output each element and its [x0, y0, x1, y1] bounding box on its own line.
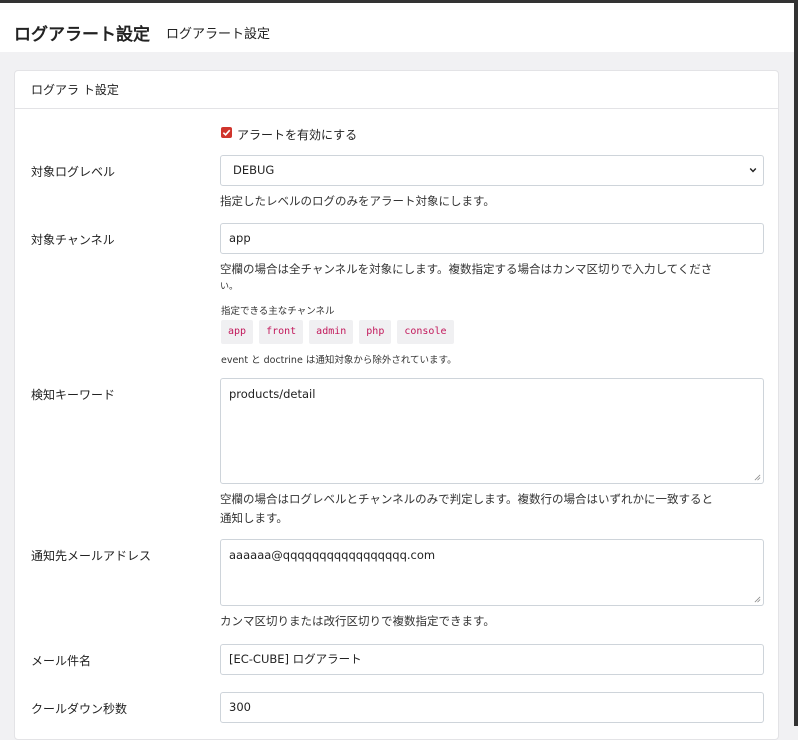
email-label: 通知先メールアドレス: [31, 549, 152, 563]
resize-handle-icon[interactable]: [754, 596, 761, 603]
page-subtitle: ログアラート設定: [166, 27, 271, 42]
channel-chip-list: app front admin php console: [221, 320, 454, 344]
window-edge: [794, 0, 798, 726]
page-header: ログアラート設定 ログアラート設定: [0, 0, 796, 52]
channel-available-label: 指定できる主なチャンネル: [221, 306, 335, 317]
channel-label: 対象チャンネル: [31, 233, 115, 247]
keyword-value: products/detail: [229, 387, 316, 401]
cooldown-value: 300: [229, 700, 251, 714]
channel-chip: front: [259, 320, 304, 344]
card-header: ログアラ ト設定: [15, 71, 778, 109]
chevron-down-icon: [749, 168, 757, 173]
channel-value: app: [229, 231, 251, 245]
channel-chip: php: [359, 320, 392, 344]
check-icon: [222, 129, 231, 137]
cooldown-label: クールダウン秒数: [31, 702, 128, 716]
keyword-help-line2: 通知します。: [220, 511, 288, 525]
keyword-help-line1: 空欄の場合はログレベルとチャンネルのみで判定します。複数行の場合はいずれかに一致…: [220, 492, 713, 506]
email-help: カンマ区切りまたは改行区切りで複数指定できます。: [220, 614, 495, 628]
keyword-label: 検知キーワード: [31, 388, 116, 402]
subject-input[interactable]: [EC-CUBE] ログアラート: [220, 644, 764, 675]
email-value: aaaaaa@qqqqqqqqqqqqqqqqq.com: [229, 548, 436, 562]
channel-help-line2: い。: [220, 282, 239, 292]
cooldown-input[interactable]: 300: [220, 692, 764, 723]
card-title: ログアラ ト設定: [31, 83, 119, 97]
enable-alert-checkbox[interactable]: [221, 127, 232, 138]
log-level-select[interactable]: DEBUG: [220, 155, 764, 186]
settings-card: ログアラ ト設定 アラートを有効にする 対象ログレベル DEBUG 指定したレベ…: [14, 70, 779, 740]
log-level-help: 指定したレベルのログのみをアラート対象にします。: [220, 194, 495, 208]
channel-input[interactable]: app: [220, 223, 764, 254]
subject-value: [EC-CUBE] ログアラート: [229, 652, 362, 666]
page-title: ログアラート設定: [14, 25, 150, 45]
keyword-textarea[interactable]: products/detail: [220, 378, 764, 484]
channel-help-line1: 空欄の場合は全チャンネルを対象にします。複数指定する場合はカンマ区切りで入力して…: [220, 262, 713, 276]
enable-alert-label[interactable]: アラートを有効にする: [237, 126, 357, 143]
channel-excluded-note: event と doctrine は通知対象から除外されています。: [221, 355, 457, 366]
channel-chip: app: [221, 320, 254, 344]
resize-handle-icon[interactable]: [754, 474, 761, 481]
log-level-label: 対象ログレベル: [31, 165, 116, 179]
log-level-value: DEBUG: [233, 163, 275, 177]
email-textarea[interactable]: aaaaaa@qqqqqqqqqqqqqqqqq.com: [220, 539, 764, 606]
channel-chip: admin: [309, 320, 354, 344]
channel-chip: console: [397, 320, 454, 344]
subject-label: メール件名: [31, 654, 92, 668]
